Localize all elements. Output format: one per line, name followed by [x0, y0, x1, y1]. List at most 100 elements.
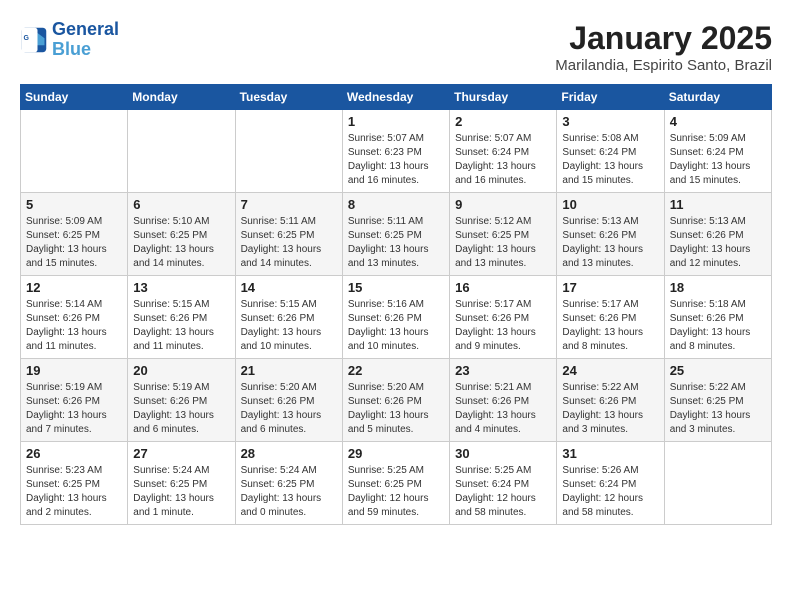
day-number: 31 [562, 446, 658, 461]
week-row-5: 26 Sunrise: 5:23 AM Sunset: 6:25 PM Dayli… [21, 442, 772, 525]
day-info: Sunrise: 5:09 AM Sunset: 6:24 PM Dayligh… [670, 132, 766, 188]
svg-text:G: G [24, 35, 30, 42]
day-number: 15 [348, 280, 444, 295]
day-info: Sunrise: 5:13 AM Sunset: 6:26 PM Dayligh… [670, 215, 766, 271]
calendar-cell [664, 442, 771, 525]
header-day-saturday: Saturday [664, 85, 771, 110]
calendar-cell: 15Sunrise: 5:16 AM Sunset: 6:26 PM Dayli… [342, 276, 449, 359]
logo-text-blue: Blue [52, 40, 119, 60]
day-info: Sunrise: 5:21 AM Sunset: 6:26 PM Dayligh… [455, 381, 551, 437]
calendar-cell: 9Sunrise: 5:12 AM Sunset: 6:25 PM Daylig… [450, 193, 557, 276]
header-day-sunday: Sunday [21, 85, 128, 110]
calendar-subtitle: Marilandia, Espirito Santo, Brazil [555, 57, 772, 74]
calendar-cell: 31 Sunrise: 5:26 AM Sunset: 6:24 PM Dayli… [557, 442, 664, 525]
day-number: 1 [348, 114, 444, 129]
week-row-3: 12Sunrise: 5:14 AM Sunset: 6:26 PM Dayli… [21, 276, 772, 359]
day-number: 27 [133, 446, 229, 461]
day-info: Sunrise: 5:12 AM Sunset: 6:25 PM Dayligh… [455, 215, 551, 271]
day-number: 2 [455, 114, 551, 129]
day-number: 21 [241, 363, 337, 378]
calendar-cell: 6 Sunrise: 5:10 AM Sunset: 6:25 PM Daylig… [128, 193, 235, 276]
calendar-cell: 8 Sunrise: 5:11 AM Sunset: 6:25 PM Daylig… [342, 193, 449, 276]
calendar-cell: 12Sunrise: 5:14 AM Sunset: 6:26 PM Dayli… [21, 276, 128, 359]
calendar-table: SundayMondayTuesdayWednesdayThursdayFrid… [20, 84, 772, 525]
day-info: Sunrise: 5:19 AM Sunset: 6:26 PM Dayligh… [133, 381, 229, 437]
calendar-cell [21, 110, 128, 193]
day-info: Sunrise: 5:10 AM Sunset: 6:25 PM Dayligh… [133, 215, 229, 271]
calendar-cell: 25Sunrise: 5:22 AM Sunset: 6:25 PM Dayli… [664, 359, 771, 442]
day-number: 18 [670, 280, 766, 295]
day-info: Sunrise: 5:17 AM Sunset: 6:26 PM Dayligh… [562, 298, 658, 354]
header-day-thursday: Thursday [450, 85, 557, 110]
day-info: Sunrise: 5:11 AM Sunset: 6:25 PM Dayligh… [241, 215, 337, 271]
day-number: 26 [26, 446, 122, 461]
calendar-body: 1 Sunrise: 5:07 AM Sunset: 6:23 PM Daylig… [21, 110, 772, 525]
day-info: Sunrise: 5:25 AM Sunset: 6:24 PM Dayligh… [455, 464, 551, 520]
title-area: January 2025 Marilandia, Espirito Santo,… [555, 20, 772, 74]
calendar-cell: 18 Sunrise: 5:18 AM Sunset: 6:26 PM Dayli… [664, 276, 771, 359]
day-info: Sunrise: 5:09 AM Sunset: 6:25 PM Dayligh… [26, 215, 122, 271]
day-info: Sunrise: 5:24 AM Sunset: 6:25 PM Dayligh… [241, 464, 337, 520]
day-info: Sunrise: 5:19 AM Sunset: 6:26 PM Dayligh… [26, 381, 122, 437]
header-day-friday: Friday [557, 85, 664, 110]
day-info: Sunrise: 5:15 AM Sunset: 6:26 PM Dayligh… [241, 298, 337, 354]
header-day-wednesday: Wednesday [342, 85, 449, 110]
calendar-cell: 13 Sunrise: 5:15 AM Sunset: 6:26 PM Dayli… [128, 276, 235, 359]
day-number: 19 [26, 363, 122, 378]
day-number: 24 [562, 363, 658, 378]
calendar-cell: 24 Sunrise: 5:22 AM Sunset: 6:26 PM Dayli… [557, 359, 664, 442]
day-info: Sunrise: 5:23 AM Sunset: 6:25 PM Dayligh… [26, 464, 122, 520]
calendar-cell: 16Sunrise: 5:17 AM Sunset: 6:26 PM Dayli… [450, 276, 557, 359]
day-info: Sunrise: 5:22 AM Sunset: 6:26 PM Dayligh… [562, 381, 658, 437]
logo: G General Blue [20, 20, 119, 60]
calendar-cell: 14 Sunrise: 5:15 AM Sunset: 6:26 PM Dayli… [235, 276, 342, 359]
calendar-cell: 4 Sunrise: 5:09 AM Sunset: 6:24 PM Daylig… [664, 110, 771, 193]
day-info: Sunrise: 5:24 AM Sunset: 6:25 PM Dayligh… [133, 464, 229, 520]
calendar-cell: 10Sunrise: 5:13 AM Sunset: 6:26 PM Dayli… [557, 193, 664, 276]
week-row-1: 1 Sunrise: 5:07 AM Sunset: 6:23 PM Daylig… [21, 110, 772, 193]
header-row: SundayMondayTuesdayWednesdayThursdayFrid… [21, 85, 772, 110]
calendar-cell: 23 Sunrise: 5:21 AM Sunset: 6:26 PM Dayli… [450, 359, 557, 442]
day-info: Sunrise: 5:08 AM Sunset: 6:24 PM Dayligh… [562, 132, 658, 188]
calendar-cell: 27 Sunrise: 5:24 AM Sunset: 6:25 PM Dayli… [128, 442, 235, 525]
day-info: Sunrise: 5:20 AM Sunset: 6:26 PM Dayligh… [241, 381, 337, 437]
day-info: Sunrise: 5:18 AM Sunset: 6:26 PM Dayligh… [670, 298, 766, 354]
week-row-2: 5 Sunrise: 5:09 AM Sunset: 6:25 PM Daylig… [21, 193, 772, 276]
day-info: Sunrise: 5:13 AM Sunset: 6:26 PM Dayligh… [562, 215, 658, 271]
calendar-cell: 3 Sunrise: 5:08 AM Sunset: 6:24 PM Daylig… [557, 110, 664, 193]
day-number: 13 [133, 280, 229, 295]
calendar-header: SundayMondayTuesdayWednesdayThursdayFrid… [21, 85, 772, 110]
day-number: 5 [26, 197, 122, 212]
day-number: 23 [455, 363, 551, 378]
day-number: 29 [348, 446, 444, 461]
day-info: Sunrise: 5:17 AM Sunset: 6:26 PM Dayligh… [455, 298, 551, 354]
day-number: 28 [241, 446, 337, 461]
calendar-cell: 30 Sunrise: 5:25 AM Sunset: 6:24 PM Dayli… [450, 442, 557, 525]
day-number: 14 [241, 280, 337, 295]
day-info: Sunrise: 5:15 AM Sunset: 6:26 PM Dayligh… [133, 298, 229, 354]
calendar-cell: 26 Sunrise: 5:23 AM Sunset: 6:25 PM Dayli… [21, 442, 128, 525]
week-row-4: 19 Sunrise: 5:19 AM Sunset: 6:26 PM Dayli… [21, 359, 772, 442]
day-number: 22 [348, 363, 444, 378]
day-info: Sunrise: 5:25 AM Sunset: 6:25 PM Dayligh… [348, 464, 444, 520]
page-header: G General Blue January 2025 Marilandia, … [20, 20, 772, 74]
calendar-cell [235, 110, 342, 193]
day-number: 12 [26, 280, 122, 295]
calendar-cell: 19 Sunrise: 5:19 AM Sunset: 6:26 PM Dayli… [21, 359, 128, 442]
day-number: 3 [562, 114, 658, 129]
day-number: 6 [133, 197, 229, 212]
day-info: Sunrise: 5:26 AM Sunset: 6:24 PM Dayligh… [562, 464, 658, 520]
day-number: 17 [562, 280, 658, 295]
calendar-cell: 7Sunrise: 5:11 AM Sunset: 6:25 PM Daylig… [235, 193, 342, 276]
day-info: Sunrise: 5:20 AM Sunset: 6:26 PM Dayligh… [348, 381, 444, 437]
day-number: 30 [455, 446, 551, 461]
logo-text-general: General [52, 20, 119, 40]
calendar-cell: 1 Sunrise: 5:07 AM Sunset: 6:23 PM Daylig… [342, 110, 449, 193]
day-number: 8 [348, 197, 444, 212]
day-info: Sunrise: 5:11 AM Sunset: 6:25 PM Dayligh… [348, 215, 444, 271]
day-number: 11 [670, 197, 766, 212]
calendar-cell: 22 Sunrise: 5:20 AM Sunset: 6:26 PM Dayli… [342, 359, 449, 442]
day-info: Sunrise: 5:07 AM Sunset: 6:23 PM Dayligh… [348, 132, 444, 188]
day-number: 4 [670, 114, 766, 129]
day-number: 25 [670, 363, 766, 378]
